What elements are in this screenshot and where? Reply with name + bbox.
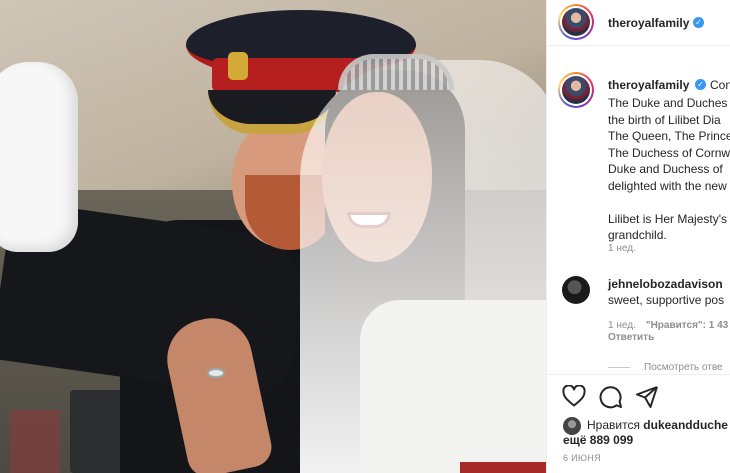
heart-icon[interactable]: [562, 385, 586, 407]
post-side-panel: theroyalfamily ✓ theroyalfamily ✓ Con Th…: [546, 0, 730, 473]
caption-text: The Duke and Duches the birth of Lilibet…: [608, 96, 730, 242]
photo-detail: [228, 52, 248, 80]
photo-detail: [338, 54, 454, 90]
caption-username[interactable]: theroyalfamily: [608, 78, 689, 92]
comment-meta: 1 нед. "Нравится": 1 43: [608, 320, 728, 331]
caption-avatar[interactable]: [558, 72, 594, 108]
caption-timestamp[interactable]: 1 нед.: [608, 243, 636, 254]
comment-timestamp[interactable]: 1 нед.: [608, 320, 636, 331]
liked-by-line: Нравится dukeandduche: [587, 418, 728, 432]
view-replies-label: Посмотреть отве: [644, 362, 723, 373]
photo-detail: [360, 300, 546, 473]
view-replies-link[interactable]: Посмотреть отве: [608, 362, 723, 373]
photo-detail: [0, 62, 78, 252]
post-actions: Нравится dukeandduche ещё 889 099 6 ИЮНЯ: [547, 374, 730, 473]
avatar[interactable]: [558, 4, 594, 40]
comment-text: sweet, supportive pos: [608, 293, 725, 307]
likes-count[interactable]: ещё 889 099: [563, 433, 633, 447]
liked-prefix: Нравится: [587, 418, 640, 432]
reply-button[interactable]: Ответить: [608, 332, 654, 343]
comment-username[interactable]: jehnelobozadavison: [608, 277, 723, 291]
post-date[interactable]: 6 ИЮНЯ: [563, 453, 601, 463]
photo-detail: [207, 368, 225, 378]
photo-detail: [10, 410, 60, 473]
comment-icon[interactable]: [599, 385, 623, 409]
caption-first-word: Con: [710, 78, 730, 92]
post-header: theroyalfamily ✓: [547, 0, 730, 46]
share-icon[interactable]: [635, 385, 659, 409]
verified-icon: ✓: [693, 17, 704, 28]
verified-icon: ✓: [695, 79, 706, 90]
photo-detail: [460, 462, 546, 473]
header-username[interactable]: theroyalfamily: [608, 16, 689, 30]
comment-likes[interactable]: "Нравится": 1 43: [646, 320, 728, 331]
comment-avatar[interactable]: [562, 276, 590, 304]
post-photo[interactable]: [0, 0, 546, 473]
liked-by-username[interactable]: dukeandduche: [643, 418, 728, 432]
